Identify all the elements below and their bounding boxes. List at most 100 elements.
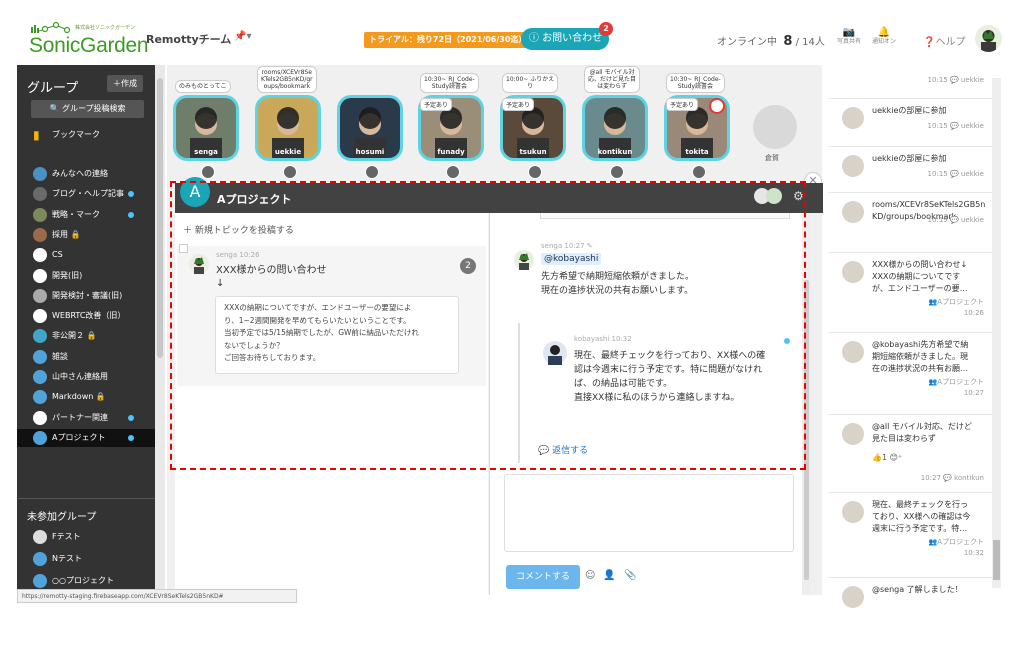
room-user-name: tsukun xyxy=(519,148,547,156)
feed-item[interactable]: @senga 了解しました！ xyxy=(828,580,992,650)
unread-dot xyxy=(784,338,790,344)
group-icon xyxy=(33,268,47,283)
sidebar-item-unjoined[interactable]: Nテスト xyxy=(17,550,155,568)
comment-submit-button[interactable]: コメントする xyxy=(506,565,581,589)
feed-meta: 👥Aプロジェクト 10:26 xyxy=(928,298,984,317)
sidebar-item-label: Aプロジェクト xyxy=(52,432,106,442)
photo-share-button[interactable]: 📷 写真共有 xyxy=(834,28,864,46)
thread-pane: senga 10:27 ✎ @kobayashi 先方希望で納期短縮依頼がきまし… xyxy=(490,213,802,595)
sidebar-item-label: 戦略・マーク xyxy=(52,209,100,219)
notification-button[interactable]: 🔔 通知オン xyxy=(869,28,899,46)
room-video-tile[interactable]: kontikun xyxy=(582,95,648,161)
group-sidebar: グループ ＋作成 🔍 グループ投稿検索 ▮ ブックマーク みんなへの連絡 ブログ・… xyxy=(17,65,155,595)
unread-dot xyxy=(128,191,134,198)
sidebar-item[interactable]: 雑談 xyxy=(17,348,155,366)
sidebar-item[interactable]: 開発検討・審議(旧) xyxy=(17,287,155,305)
sidebar-item[interactable]: Markdown 🔒 xyxy=(17,388,155,406)
mini-avatar xyxy=(610,165,624,179)
mini-avatar xyxy=(446,165,460,179)
room-user-avatar[interactable] xyxy=(753,105,797,149)
sidebar-item[interactable]: 山中さん連絡用 xyxy=(17,368,155,386)
feed-avatar xyxy=(842,155,864,177)
sidebar-item[interactable]: ブログ・ヘルプ記事 xyxy=(17,185,155,203)
group-icon xyxy=(33,430,47,445)
feed-divider xyxy=(828,414,992,415)
feed-text: uekkieの部屋に参加 xyxy=(872,106,947,115)
reaction-bar[interactable]: 👍1 😊⁺ xyxy=(872,453,902,462)
sidebar-item-label: CS xyxy=(52,250,63,260)
create-group-button[interactable]: ＋作成 xyxy=(107,75,143,92)
sidebar-item-label: ○○プロジェクト xyxy=(52,576,114,585)
mini-avatar xyxy=(365,165,379,179)
room-status-bubble: @all モバイル対 応、だけど見た目 は変わらず xyxy=(584,66,641,93)
topic-checkbox[interactable] xyxy=(179,244,188,253)
feed-text: XXX様からの問い合わせ↓ XXXの納期についてです が、エンドユーザーの要… xyxy=(872,260,968,293)
sidebar-divider xyxy=(17,498,155,499)
feed-item[interactable]: @kobayashi先方希望で納 期短縮依頼がきました。現 在の進捗状況の共有お… xyxy=(828,335,992,405)
sidebar-item-unjoined[interactable]: Fテスト xyxy=(17,528,155,546)
group-icon xyxy=(33,227,47,242)
sidebar-item-unjoined[interactable]: ○○プロジェクト xyxy=(17,572,155,590)
user-avatar[interactable] xyxy=(975,25,1002,52)
group-search-button[interactable]: 🔍 グループ投稿検索 xyxy=(31,100,144,118)
sidebar-item-label: WEBRTC改善（旧） xyxy=(52,311,126,321)
sidebar-item-label: みんなへの連絡 xyxy=(52,169,108,178)
room-video-tile[interactable]: senga xyxy=(173,95,239,161)
room-video-tile[interactable]: hosumi xyxy=(337,95,403,161)
feed-scrollbar[interactable] xyxy=(992,78,1001,588)
sidebar-item[interactable]: パートナー関連 xyxy=(17,409,155,427)
room-user-name: tokita xyxy=(685,148,709,156)
attachment-icon[interactable]: 📎 xyxy=(624,570,636,581)
room-status-bubble: rooms/XCEVr8Se KTels2GB5nKD/gr oups/book… xyxy=(257,66,317,93)
emoji-icon[interactable]: ☺ xyxy=(585,570,595,581)
group-icon xyxy=(33,248,47,263)
feed-divider xyxy=(828,252,992,253)
reply-button[interactable]: 💬 返信する xyxy=(538,443,588,456)
reply-body: 現在、最終チェックを行っており、XX様への確 認は今週末に行う予定です。特に問題… xyxy=(574,351,766,403)
team-mark-dropdown[interactable]: 📌▾ xyxy=(234,31,251,42)
comment-input[interactable] xyxy=(504,474,794,552)
sidebar-item-bookmark[interactable]: ▮ ブックマーク xyxy=(17,126,155,144)
team-name[interactable]: Remottyチーム xyxy=(146,31,231,47)
inquiry-button[interactable]: ⓘ お問い合わせ 2 xyxy=(521,22,613,50)
feed-scroll-thumb[interactable] xyxy=(993,540,1000,580)
bookmark-icon: ▮ xyxy=(33,128,40,142)
comment-body: 先方希望で納期短縮依頼がきました。 現在の進捗状況の共有お願いします。 xyxy=(541,272,695,296)
sidebar-item-label: ブログ・ヘルプ記事 xyxy=(52,189,124,199)
sonicgarden-logo[interactable]: 株式会社ソニックガーデン SonicGarden xyxy=(29,21,149,59)
notification-label: 通知オン xyxy=(871,38,896,45)
group-icon xyxy=(33,288,47,303)
online-status[interactable]: オンライン中 8 / 14人 xyxy=(717,33,825,49)
person-icon[interactable]: 👤 xyxy=(603,570,615,581)
feed-item[interactable]: 現在、最終チェックを行っ ており、XX様への確認は今 週末に行う予定です。特… 👥… xyxy=(828,495,992,565)
room-video-tile[interactable]: uekkie xyxy=(255,95,321,161)
feed-item[interactable]: XXX様からの問い合わせ↓ XXXの納期についてです が、エンドユーザーの要… 👥… xyxy=(828,255,992,325)
topic-card[interactable]: senga 10:26 XXX様からの問い合わせ ↓ 2 XXXの納期についてで… xyxy=(177,244,486,386)
sidebar-item[interactable]: Aプロジェクト xyxy=(17,428,155,447)
sidebar-item[interactable]: WEBRTC改善（旧） xyxy=(17,307,155,325)
thread-scroll-thumb[interactable] xyxy=(804,280,809,580)
sidebar-item[interactable]: 戦略・マーク xyxy=(17,206,155,224)
sidebar-item[interactable]: 採用 🔒 xyxy=(17,226,155,244)
topic-author: senga 10:26 xyxy=(216,251,260,259)
sidebar-item[interactable]: 非公開２ 🔒 xyxy=(17,327,155,345)
group-icon xyxy=(33,574,47,588)
feed-meta: 👥Aプロジェクト 10:32 xyxy=(928,538,984,557)
group-icon xyxy=(33,530,47,544)
sidebar-item[interactable]: みんなへの連絡 xyxy=(17,165,155,183)
member-avatar[interactable] xyxy=(766,188,782,204)
comment-count-badge: 2 xyxy=(460,258,476,274)
camera-icon: 📷 xyxy=(842,27,856,38)
group-icon xyxy=(33,187,47,202)
mention-tag[interactable]: @kobayashi xyxy=(541,253,602,265)
sidebar-item-label: Markdown 🔒 xyxy=(52,392,106,402)
sidebar-item[interactable]: 開発(旧) xyxy=(17,267,155,285)
unread-dot xyxy=(128,414,134,421)
feed-item[interactable]: @all モバイル対応、だけど 見た目は変わらず 10:27 💬 kontikun… xyxy=(828,417,992,487)
sidebar-item[interactable]: CS xyxy=(17,246,155,264)
help-link[interactable]: ❓ヘルプ xyxy=(923,33,965,48)
gear-icon[interactable]: ⚙ xyxy=(793,189,804,203)
topic-body: XXXの納期についてですが、エンドユーザーの要望によ り、1~2週間開発を早めて… xyxy=(215,296,459,374)
new-topic-button[interactable]: ＋ 新規トピックを投稿する xyxy=(183,223,294,236)
sidebar-scroll-thumb[interactable] xyxy=(157,78,163,358)
